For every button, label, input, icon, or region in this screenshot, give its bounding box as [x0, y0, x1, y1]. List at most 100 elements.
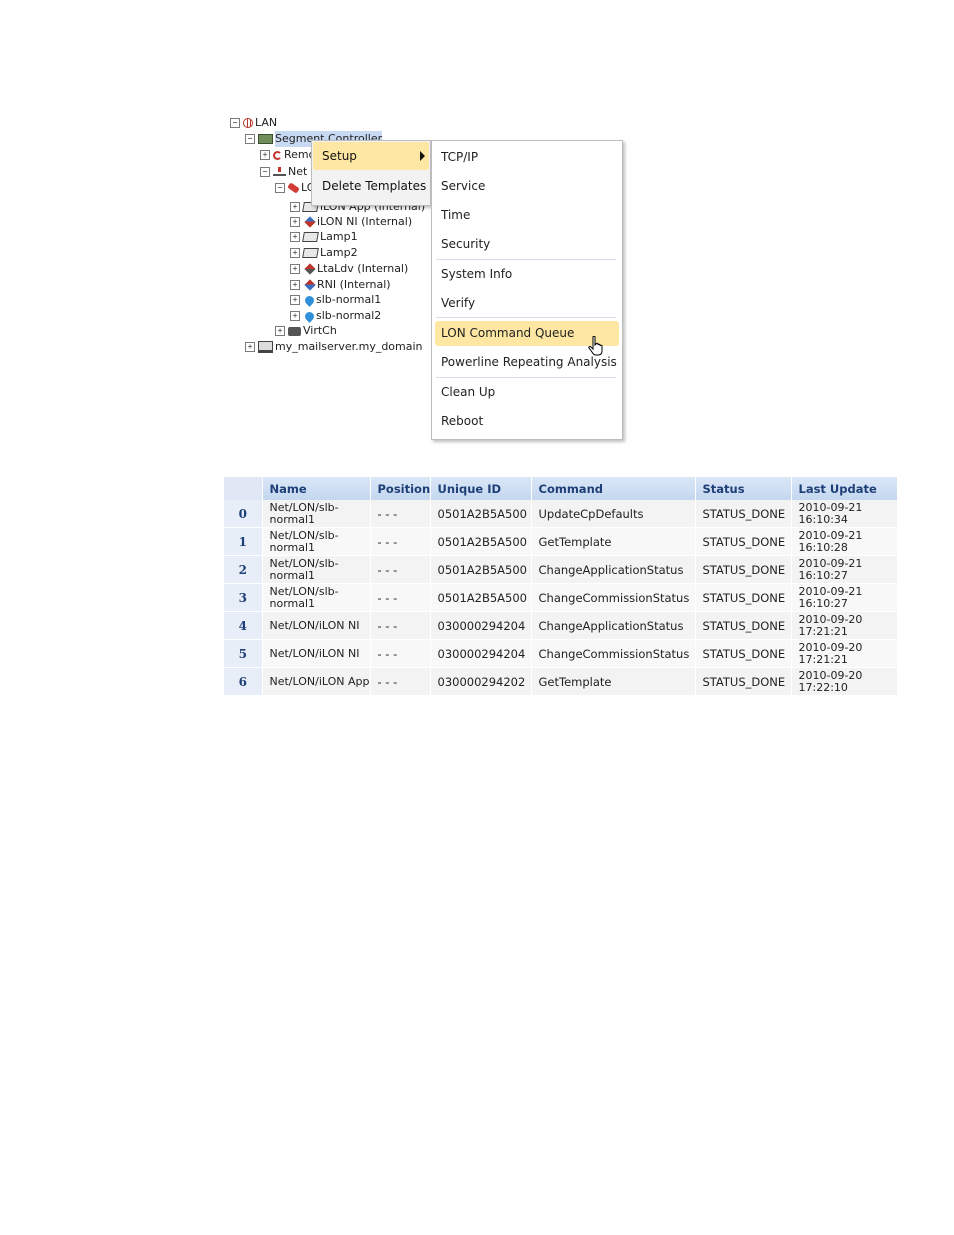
- cell-command: ChangeApplicationStatus: [531, 611, 696, 640]
- column-header-status[interactable]: Status: [695, 477, 792, 500]
- expand-icon[interactable]: +: [290, 311, 300, 321]
- tree-node-net[interactable]: − Net: [260, 164, 307, 180]
- cell-unique-id: 030000294204: [430, 639, 532, 668]
- cell-position: - - -: [370, 527, 431, 556]
- setup-submenu: TCP/IP Service Time Security System Info…: [431, 140, 623, 440]
- menu-item-system-info[interactable]: System Info: [435, 262, 619, 287]
- cell-last-update: 2010-09-21 16:10:28: [791, 527, 898, 556]
- cell-last-update: 2010-09-21 16:10:34: [791, 500, 898, 528]
- ni-icon: [304, 216, 316, 228]
- menu-item-verify[interactable]: Verify: [435, 291, 619, 316]
- cell-status: STATUS_DONE: [695, 583, 792, 612]
- tree-node-ltaldv[interactable]: + LtaLdv (Internal): [290, 261, 408, 277]
- column-header-name[interactable]: Name: [262, 477, 371, 500]
- collapse-icon[interactable]: −: [245, 134, 255, 144]
- cell-command: ChangeApplicationStatus: [531, 555, 696, 584]
- device-icon: [302, 248, 319, 258]
- column-header-command[interactable]: Command: [531, 477, 696, 500]
- column-header-unique-id[interactable]: Unique ID: [430, 477, 532, 500]
- expand-icon[interactable]: +: [290, 295, 300, 305]
- tree-node-lamp1[interactable]: + Lamp1: [290, 229, 358, 245]
- virtual-channel-icon: [288, 326, 301, 336]
- column-header-index[interactable]: [224, 477, 263, 500]
- menu-item-service[interactable]: Service: [435, 174, 619, 199]
- cell-name: Net/LON/slb-normal1: [262, 500, 371, 528]
- cell-status: STATUS_DONE: [695, 667, 792, 696]
- menu-item-tcp-ip[interactable]: TCP/IP: [435, 145, 619, 170]
- menu-item-time[interactable]: Time: [435, 203, 619, 228]
- table-row[interactable]: 3 Net/LON/slb-normal1 - - - 0501A2B5A500…: [224, 583, 898, 612]
- tree-node-virtch[interactable]: + VirtCh: [275, 323, 337, 339]
- hand-cursor-icon: [588, 336, 603, 356]
- table-row[interactable]: 0 Net/LON/slb-normal1 - - - 0501A2B5A500…: [224, 500, 898, 528]
- cell-command: ChangeCommissionStatus: [531, 639, 696, 668]
- device-icon: [302, 232, 319, 242]
- tree-node-label: iLON NI (Internal): [317, 215, 413, 228]
- menu-item-delete-templates[interactable]: Delete Templates: [313, 172, 429, 200]
- cell-status: STATUS_DONE: [695, 555, 792, 584]
- lon-command-queue-table: Name Position Unique ID Command Status L…: [224, 477, 898, 696]
- cell-unique-id: 0501A2B5A500: [430, 500, 532, 528]
- tree-node-lan[interactable]: − LAN: [230, 115, 277, 131]
- tree-node-slb-normal2[interactable]: + slb-normal2: [290, 308, 381, 324]
- expand-icon[interactable]: +: [290, 217, 300, 227]
- collapse-icon[interactable]: −: [230, 118, 240, 128]
- cell-name: Net/LON/iLON NI: [262, 639, 371, 668]
- column-header-last-update[interactable]: Last Update: [791, 477, 898, 500]
- tree-node-mailserver[interactable]: + my_mailserver.my_domain: [245, 339, 423, 355]
- cell-status: STATUS_DONE: [695, 611, 792, 640]
- table-row[interactable]: 6 Net/LON/iLON App - - - 030000294202 Ge…: [224, 667, 898, 696]
- menu-item-label: Setup: [322, 149, 357, 163]
- drop-icon: [303, 309, 316, 323]
- table-row[interactable]: 2 Net/LON/slb-normal1 - - - 0501A2B5A500…: [224, 555, 898, 584]
- menu-item-clean-up[interactable]: Clean Up: [435, 380, 619, 405]
- tree-node-lamp2[interactable]: + Lamp2: [290, 245, 358, 261]
- expand-icon[interactable]: +: [260, 150, 270, 160]
- cell-command: GetTemplate: [531, 667, 696, 696]
- expand-icon[interactable]: +: [275, 326, 285, 336]
- cell-unique-id: 0501A2B5A500: [430, 583, 532, 612]
- cell-unique-id: 0501A2B5A500: [430, 527, 532, 556]
- expand-icon[interactable]: +: [245, 342, 255, 352]
- cell-status: STATUS_DONE: [695, 527, 792, 556]
- row-index: 1: [224, 527, 263, 556]
- collapse-icon[interactable]: −: [275, 183, 285, 193]
- network-icon: [273, 166, 286, 178]
- cell-name: Net/LON/iLON NI: [262, 611, 371, 640]
- column-header-position[interactable]: Position: [370, 477, 431, 500]
- tree-node-slb-normal1[interactable]: + slb-normal1: [290, 292, 381, 308]
- menu-item-reboot[interactable]: Reboot: [435, 409, 619, 434]
- cell-status: STATUS_DONE: [695, 500, 792, 528]
- cell-position: - - -: [370, 667, 431, 696]
- collapse-icon[interactable]: −: [260, 167, 270, 177]
- menu-item-label: Delete Templates: [322, 179, 427, 193]
- table-row[interactable]: 1 Net/LON/slb-normal1 - - - 0501A2B5A500…: [224, 527, 898, 556]
- cell-last-update: 2010-09-21 16:10:27: [791, 555, 898, 584]
- row-index: 5: [224, 639, 263, 668]
- tree-node-label: Lamp2: [320, 246, 358, 259]
- row-index: 4: [224, 611, 263, 640]
- cell-status: STATUS_DONE: [695, 639, 792, 668]
- tree-node-ilon-ni[interactable]: + iLON NI (Internal): [290, 214, 412, 230]
- table-row[interactable]: 4 Net/LON/iLON NI - - - 030000294204 Cha…: [224, 611, 898, 640]
- menu-separator: [436, 377, 616, 378]
- menu-item-setup[interactable]: Setup: [313, 142, 429, 170]
- tree-node-label: LtaLdv (Internal): [317, 262, 409, 275]
- expand-icon[interactable]: +: [290, 280, 300, 290]
- expand-icon[interactable]: +: [290, 202, 300, 212]
- tree-node-label: Lamp1: [320, 230, 358, 243]
- expand-icon[interactable]: +: [290, 232, 300, 242]
- cell-position: - - -: [370, 500, 431, 528]
- table-header-row: Name Position Unique ID Command Status L…: [224, 477, 898, 500]
- row-index: 0: [224, 500, 263, 528]
- cell-command: ChangeCommissionStatus: [531, 583, 696, 612]
- expand-icon[interactable]: +: [290, 264, 300, 274]
- tree-node-rni[interactable]: + RNI (Internal): [290, 277, 391, 293]
- expand-icon[interactable]: +: [290, 248, 300, 258]
- tree-node-label: slb-normal1: [316, 293, 382, 306]
- cell-last-update: 2010-09-20 17:22:10: [791, 667, 898, 696]
- menu-item-security[interactable]: Security: [435, 232, 619, 257]
- cell-command: UpdateCpDefaults: [531, 500, 696, 528]
- tree-node-label: my_mailserver.my_domain: [275, 340, 423, 353]
- table-row[interactable]: 5 Net/LON/iLON NI - - - 030000294204 Cha…: [224, 639, 898, 668]
